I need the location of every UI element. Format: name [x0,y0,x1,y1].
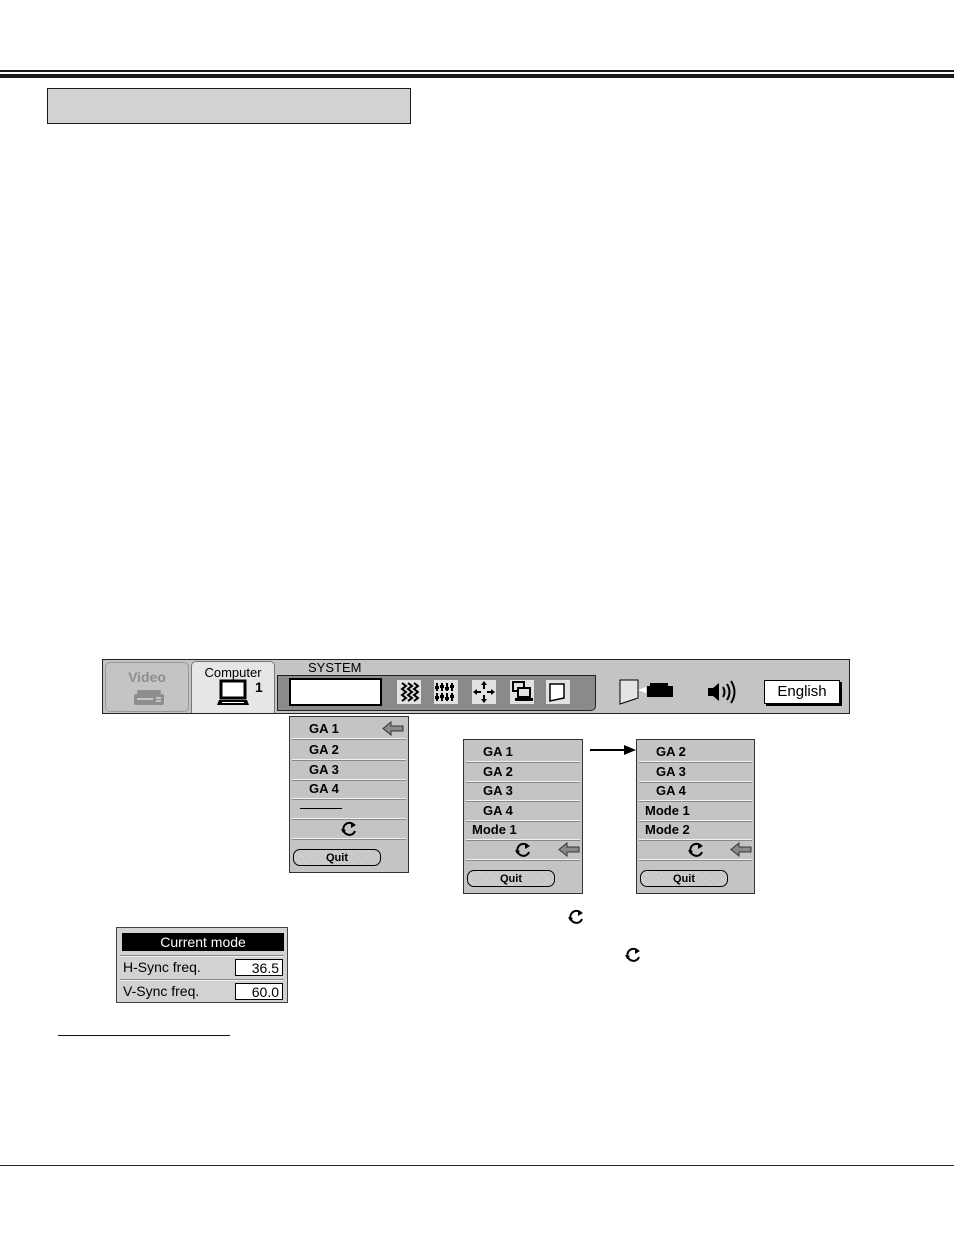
reset-icon [688,842,703,857]
quit-button[interactable]: Quit [467,870,555,887]
h-sync-label: H-Sync freq. [123,959,201,975]
reset-row[interactable] [466,840,580,860]
reset-icon [341,821,356,836]
screen-icon [549,683,565,702]
position-icon [473,681,495,703]
divider [120,979,284,981]
image-adjust-icon [400,682,419,702]
menu-item[interactable]: GA 4 [466,801,580,821]
menu-item[interactable]: GA 4 [639,781,752,801]
language-button[interactable]: English [764,680,840,704]
vcr-icon [134,690,164,705]
computer-icon [217,679,249,705]
bottom-rule [0,1165,954,1166]
menu-item[interactable]: GA 1 [466,742,580,762]
reset-row[interactable] [292,819,406,839]
tab-computer[interactable]: Computer 1 [191,661,275,713]
transition-arrow-icon [590,745,636,755]
position-button[interactable] [472,680,496,704]
menu-item[interactable]: GA 3 [639,762,752,782]
pc-system-icon [512,681,533,701]
menu-item[interactable]: GA 2 [466,762,580,782]
quit-button[interactable]: Quit [640,870,728,887]
mode-menu-right: GA 2 GA 3 GA 4 Mode 1 Mode 2 Quit [636,739,755,894]
divider [120,955,284,957]
pointer-arrow-icon [730,842,752,857]
tab-computer-label: Computer [204,665,262,680]
empty-slot-line [300,808,342,809]
menu-item[interactable]: GA 4 [292,779,406,799]
pointer-arrow-icon [382,721,404,736]
screen-button[interactable] [546,680,570,704]
pc-adjust-icon [435,683,454,701]
system-label: SYSTEM [308,660,362,675]
tab-video-label: Video [128,669,166,685]
tab-computer-number: 1 [255,679,263,695]
menu-item[interactable]: GA 2 [639,742,752,762]
menu-item[interactable]: Mode 2 [639,820,752,840]
top-rule-thick [0,74,954,78]
reset-icon [568,909,583,924]
projector-screen-icon [619,679,673,705]
quit-button[interactable]: Quit [293,849,381,866]
menu-item[interactable]: GA 2 [292,740,406,760]
sound-button[interactable] [706,680,738,709]
v-sync-value: 60.0 [235,983,283,1000]
current-mode-header: Current mode [122,933,284,951]
menu-item[interactable]: GA 3 [292,760,406,780]
pc-adjust-button[interactable] [434,680,458,704]
menu-item[interactable]: Mode 1 [639,801,752,821]
pointer-arrow-icon [558,842,580,857]
current-mode-panel: Current mode H-Sync freq. 36.5 V-Sync fr… [116,927,288,1003]
image-adjust-button[interactable] [397,680,421,704]
system-mode-field[interactable] [289,678,382,706]
footnote-rule [58,1035,230,1036]
pc-system-button[interactable] [510,680,534,704]
h-sync-value: 36.5 [235,959,283,976]
menu-item[interactable]: GA 1 [292,719,406,739]
tab-video[interactable]: Video [105,662,189,712]
mode-menu-middle: GA 1 GA 2 GA 3 GA 4 Mode 1 Quit [463,739,583,894]
menu-item-empty[interactable] [292,799,406,819]
section-title-box [47,88,411,124]
v-sync-label: V-Sync freq. [123,983,200,999]
top-rule-thin [0,70,954,72]
reset-icon [515,842,530,857]
reset-icon [625,947,640,962]
sound-icon [708,680,736,704]
menu-item[interactable]: GA 3 [466,781,580,801]
projector-setting-button[interactable] [618,678,678,711]
mode-menu-left: GA 1 GA 2 GA 3 GA 4 Quit [289,716,409,873]
reset-row[interactable] [639,840,752,860]
menu-item[interactable]: Mode 1 [466,820,580,840]
